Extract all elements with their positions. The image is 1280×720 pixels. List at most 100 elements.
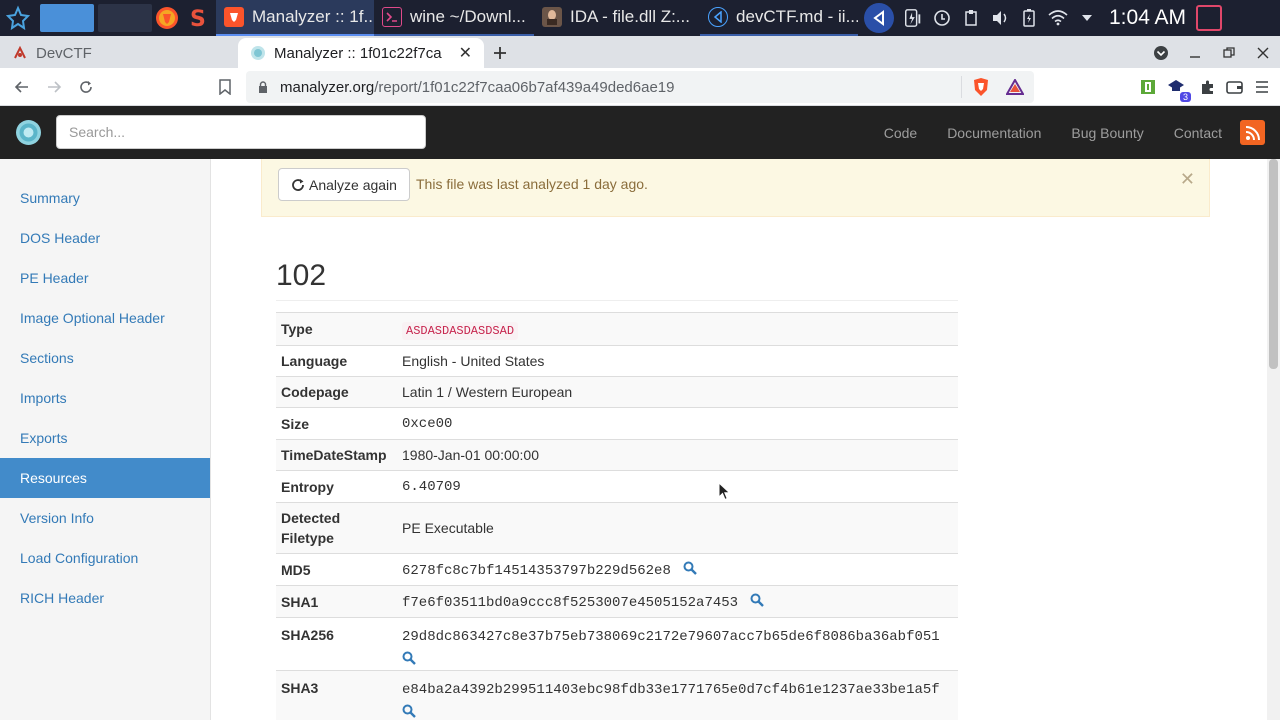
extension-1-button[interactable] <box>1140 79 1156 95</box>
search-icon <box>750 593 764 608</box>
sidebar-item-resources[interactable]: Resources <box>0 458 210 498</box>
arrow-right-icon <box>48 80 62 93</box>
workspace-2[interactable] <box>98 4 152 32</box>
search-icon <box>683 561 697 576</box>
table-row: MD5 6278fc8c7bf14514353797b229d562e8 <box>276 553 958 586</box>
battery-icon[interactable] <box>1019 8 1039 28</box>
extension-2-button[interactable]: 3 <box>1166 77 1191 102</box>
close-window-button[interactable] <box>1246 38 1280 68</box>
sidebar-item-imports[interactable]: Imports <box>0 378 210 418</box>
brave-shields-button[interactable] <box>972 77 990 97</box>
back-button[interactable] <box>6 71 38 103</box>
menu-button[interactable] <box>1254 80 1270 94</box>
search-hash-button[interactable] <box>402 651 953 668</box>
sync-icon[interactable] <box>932 8 952 28</box>
vscode-tray-icon[interactable] <box>864 3 894 33</box>
sha256-value: 29d8dc863427c8e37b75eb738069c2172e79607a… <box>402 629 940 645</box>
system-tray <box>864 3 1097 33</box>
search-hash-button[interactable] <box>683 561 697 578</box>
row-value: English - United States <box>397 345 958 377</box>
reload-button[interactable] <box>70 71 102 103</box>
table-row: Codepage Latin 1 / Western European <box>276 376 958 408</box>
restore-icon <box>1223 47 1235 58</box>
forward-button[interactable] <box>38 71 70 103</box>
s-app-launcher[interactable]: S <box>182 0 212 36</box>
bookmark-button[interactable] <box>209 71 241 103</box>
search-hash-button[interactable] <box>402 704 953 720</box>
table-row: Size 0xce00 <box>276 407 958 440</box>
nav-link-contact[interactable]: Contact <box>1159 125 1237 141</box>
manalyzer-logo[interactable] <box>15 119 42 146</box>
address-bar[interactable]: manalyzer.org/report/1f01c22f7caa06b7af4… <box>246 71 1034 103</box>
volume-icon[interactable] <box>990 8 1010 28</box>
row-key: TimeDateStamp <box>276 439 397 471</box>
rss-button[interactable] <box>1240 120 1265 145</box>
extension-badge: 3 <box>1179 92 1191 102</box>
table-row: Entropy 6.40709 <box>276 470 958 503</box>
ida-icon <box>542 7 562 27</box>
table-row: Language English - United States <box>276 345 958 377</box>
window-controls <box>1144 38 1280 68</box>
scrollbar-thumb[interactable] <box>1269 159 1278 369</box>
brave-icon <box>156 7 178 29</box>
type-value: ASDASDASDASDSAD <box>402 321 519 340</box>
row-key: SHA1 <box>276 585 397 618</box>
brave-launcher[interactable] <box>152 0 182 36</box>
sidebar-item-image-optional-header[interactable]: Image Optional Header <box>0 298 210 338</box>
row-value: 1980-Jan-01 00:00:00 <box>397 439 958 471</box>
nav-link-code[interactable]: Code <box>869 125 932 141</box>
search-icon <box>402 651 416 665</box>
analyze-again-button[interactable]: Analyze again <box>278 168 410 201</box>
system-clock[interactable]: 1:04 AM <box>1109 6 1186 30</box>
row-key: SHA3 <box>276 670 397 720</box>
row-key: Codepage <box>276 376 397 408</box>
url-host: manalyzer.org <box>280 78 375 96</box>
table-row: TimeDateStamp 1980-Jan-01 00:00:00 <box>276 439 958 471</box>
hamburger-menu-icon <box>1256 81 1268 93</box>
wallet-icon <box>1226 81 1243 94</box>
nav-link-documentation[interactable]: Documentation <box>932 125 1056 141</box>
wifi-icon[interactable] <box>1048 8 1068 28</box>
tray-expand-icon[interactable] <box>1077 8 1097 28</box>
puzzle-icon <box>1202 80 1213 94</box>
sidebar-item-sections[interactable]: Sections <box>0 338 210 378</box>
tab-devctf[interactable]: DevCTF <box>0 38 238 68</box>
task-ida[interactable]: IDA - file.dll Z:... <box>534 0 700 36</box>
extensions-button[interactable] <box>1200 79 1216 95</box>
tab-manalyzer[interactable]: Manalyzer :: 1f01c22f7ca ✕ <box>238 38 484 68</box>
search-input[interactable] <box>56 115 426 149</box>
brave-icon <box>224 7 244 27</box>
brave-rewards-button[interactable] <box>1006 79 1024 95</box>
page-scrollbar[interactable] <box>1267 159 1280 720</box>
sidebar-item-version-info[interactable]: Version Info <box>0 498 210 538</box>
battery-charge-icon[interactable] <box>903 8 923 28</box>
close-icon[interactable]: ✕ <box>1180 169 1195 190</box>
row-value: Latin 1 / Western European <box>397 376 958 408</box>
nav-link-bug-bounty[interactable]: Bug Bounty <box>1056 125 1158 141</box>
s-app-icon: S <box>190 7 206 29</box>
minimize-button[interactable] <box>1178 38 1212 68</box>
search-hash-button[interactable] <box>750 593 764 610</box>
workspace-1[interactable] <box>40 4 94 32</box>
url-path: /report/1f01c22f7caa06b7af439a49ded6ae19 <box>374 78 675 96</box>
power-button[interactable] <box>1196 5 1223 31</box>
wallet-button[interactable] <box>1226 79 1244 95</box>
sidebar-item-pe-header[interactable]: PE Header <box>0 258 210 298</box>
sidebar-item-load-configuration[interactable]: Load Configuration <box>0 538 210 578</box>
task-wine-terminal[interactable]: wine ~/Downl... <box>374 0 534 36</box>
sidebar-item-dos-header[interactable]: DOS Header <box>0 218 210 258</box>
tab-search-button[interactable] <box>1144 38 1178 68</box>
close-icon[interactable]: ✕ <box>459 43 472 63</box>
rewards-triangle-icon <box>1006 79 1024 95</box>
new-tab-button[interactable] <box>484 38 516 68</box>
clipboard-icon[interactable] <box>961 8 981 28</box>
sidebar-item-summary[interactable]: Summary <box>0 178 210 218</box>
launcher-button[interactable] <box>0 0 36 36</box>
task-vscode[interactable]: devCTF.md - ii... <box>700 0 858 36</box>
sidebar-item-rich-header[interactable]: RICH Header <box>0 578 210 618</box>
row-value-cell: e84ba2a4392b299511403ebc98fdb33e1771765e… <box>397 670 958 720</box>
sidebar-item-exports[interactable]: Exports <box>0 418 210 458</box>
restore-button[interactable] <box>1212 38 1246 68</box>
task-manalyzer[interactable]: Manalyzer :: 1f... <box>216 0 374 36</box>
report-main: Analyze again This file was last analyze… <box>211 159 1267 720</box>
